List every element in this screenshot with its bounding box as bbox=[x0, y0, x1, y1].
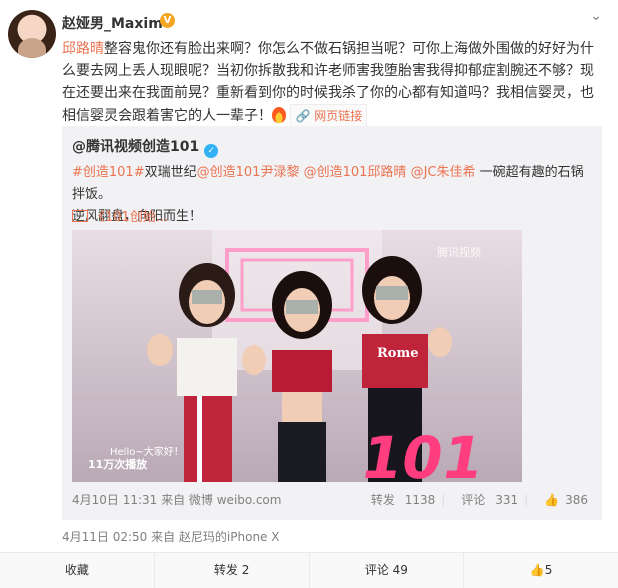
thumb-up-icon: 👍 bbox=[544, 493, 560, 507]
divider: | bbox=[524, 493, 529, 507]
verified-badge-icon: V bbox=[160, 13, 175, 28]
retweet-like[interactable]: 👍 386 bbox=[538, 493, 588, 507]
retweet-text-part: 双瑞世纪 bbox=[144, 165, 197, 180]
video-frame: Rome 腾讯视频 101 Hello~大家好！ 11万次播放 bbox=[72, 230, 522, 482]
forward-count: 1138 bbox=[404, 493, 436, 507]
video-big-text: 101 bbox=[356, 424, 489, 482]
topic-link[interactable]: #创造101# bbox=[72, 165, 145, 180]
chevron-down-icon[interactable]: ⌄ bbox=[590, 8, 602, 24]
video-link-label[interactable]: 《101创始... bbox=[92, 210, 168, 225]
video-player[interactable]: Rome 腾讯视频 101 Hello~大家好！ 11万次播放 bbox=[72, 230, 522, 482]
mention-link[interactable]: @JC朱佳希 bbox=[411, 165, 476, 180]
mention-link[interactable]: 邱路晴 bbox=[62, 41, 104, 57]
like-button[interactable]: 👍5 bbox=[464, 553, 618, 588]
post-content: 邱路晴整容鬼你还有脸出来啊？你怎么不做石锅担当呢？可你上海做外围做的好好为什么要… bbox=[62, 38, 602, 128]
weibo-card: 赵娅男_Maxim V ⌄ 邱路晴整容鬼你还有脸出来啊？你怎么不做石锅担当呢？可… bbox=[0, 0, 618, 588]
web-link-label: 网页链接 bbox=[314, 109, 363, 123]
collect-button[interactable]: 收藏 bbox=[0, 553, 155, 588]
comment-label: 评论 bbox=[461, 493, 486, 507]
action-bar: 收藏 转发 2 评论 49 👍5 bbox=[0, 552, 618, 588]
avatar[interactable] bbox=[8, 10, 56, 58]
retweet-author[interactable]: @腾讯视频创造101 ✓ bbox=[72, 136, 219, 158]
retweet-comment[interactable]: 评论 331 bbox=[455, 493, 518, 507]
comment-button[interactable]: 评论 49 bbox=[310, 553, 465, 588]
video-subtitle: Hello~大家好！ bbox=[110, 445, 184, 458]
retweet-stats: 转发 1138 | 评论 331 | 👍 386 bbox=[359, 491, 588, 508]
video-play-count: 11万次播放 bbox=[88, 457, 148, 471]
mention-link[interactable]: @创造101 bbox=[304, 165, 368, 180]
post-meta[interactable]: 4月11日 02:50 来自 赵尼玛的iPhone X bbox=[62, 528, 279, 545]
forward-button[interactable]: 转发 2 bbox=[155, 553, 310, 588]
mention-link[interactable]: @创造101尹渌黎 bbox=[197, 165, 300, 180]
comment-count: 331 bbox=[495, 493, 519, 507]
fire-emoji-icon bbox=[272, 107, 286, 123]
video-link[interactable]: 《101创始... bbox=[72, 206, 168, 225]
thumb-up-icon: 👍 bbox=[529, 563, 545, 577]
author-name[interactable]: 赵娅男_Maxim bbox=[62, 13, 163, 33]
retweet-meta[interactable]: 4月10日 11:31 来自 微博 weibo.com bbox=[72, 491, 281, 508]
shirt-text: Rome bbox=[377, 346, 419, 361]
like-count: 386 bbox=[565, 493, 588, 507]
like-count: 5 bbox=[544, 563, 553, 577]
forward-label: 转发 bbox=[370, 493, 395, 507]
web-link[interactable]: 🔗 网页链接 bbox=[290, 104, 368, 128]
video-logo: 腾讯视频 bbox=[437, 245, 481, 259]
video-icon bbox=[72, 210, 88, 222]
retweet-author-name[interactable]: @腾讯视频创造101 bbox=[72, 139, 199, 155]
retweet-box: @腾讯视频创造101 ✓ #创造101#双瑞世纪@创造101尹渌黎 @创造101… bbox=[62, 126, 602, 520]
retweet-forward[interactable]: 转发 1138 bbox=[365, 493, 435, 507]
verified-blue-icon: ✓ bbox=[204, 144, 219, 158]
mention-link[interactable]: 邱路晴 bbox=[367, 165, 406, 180]
divider: | bbox=[441, 493, 446, 507]
